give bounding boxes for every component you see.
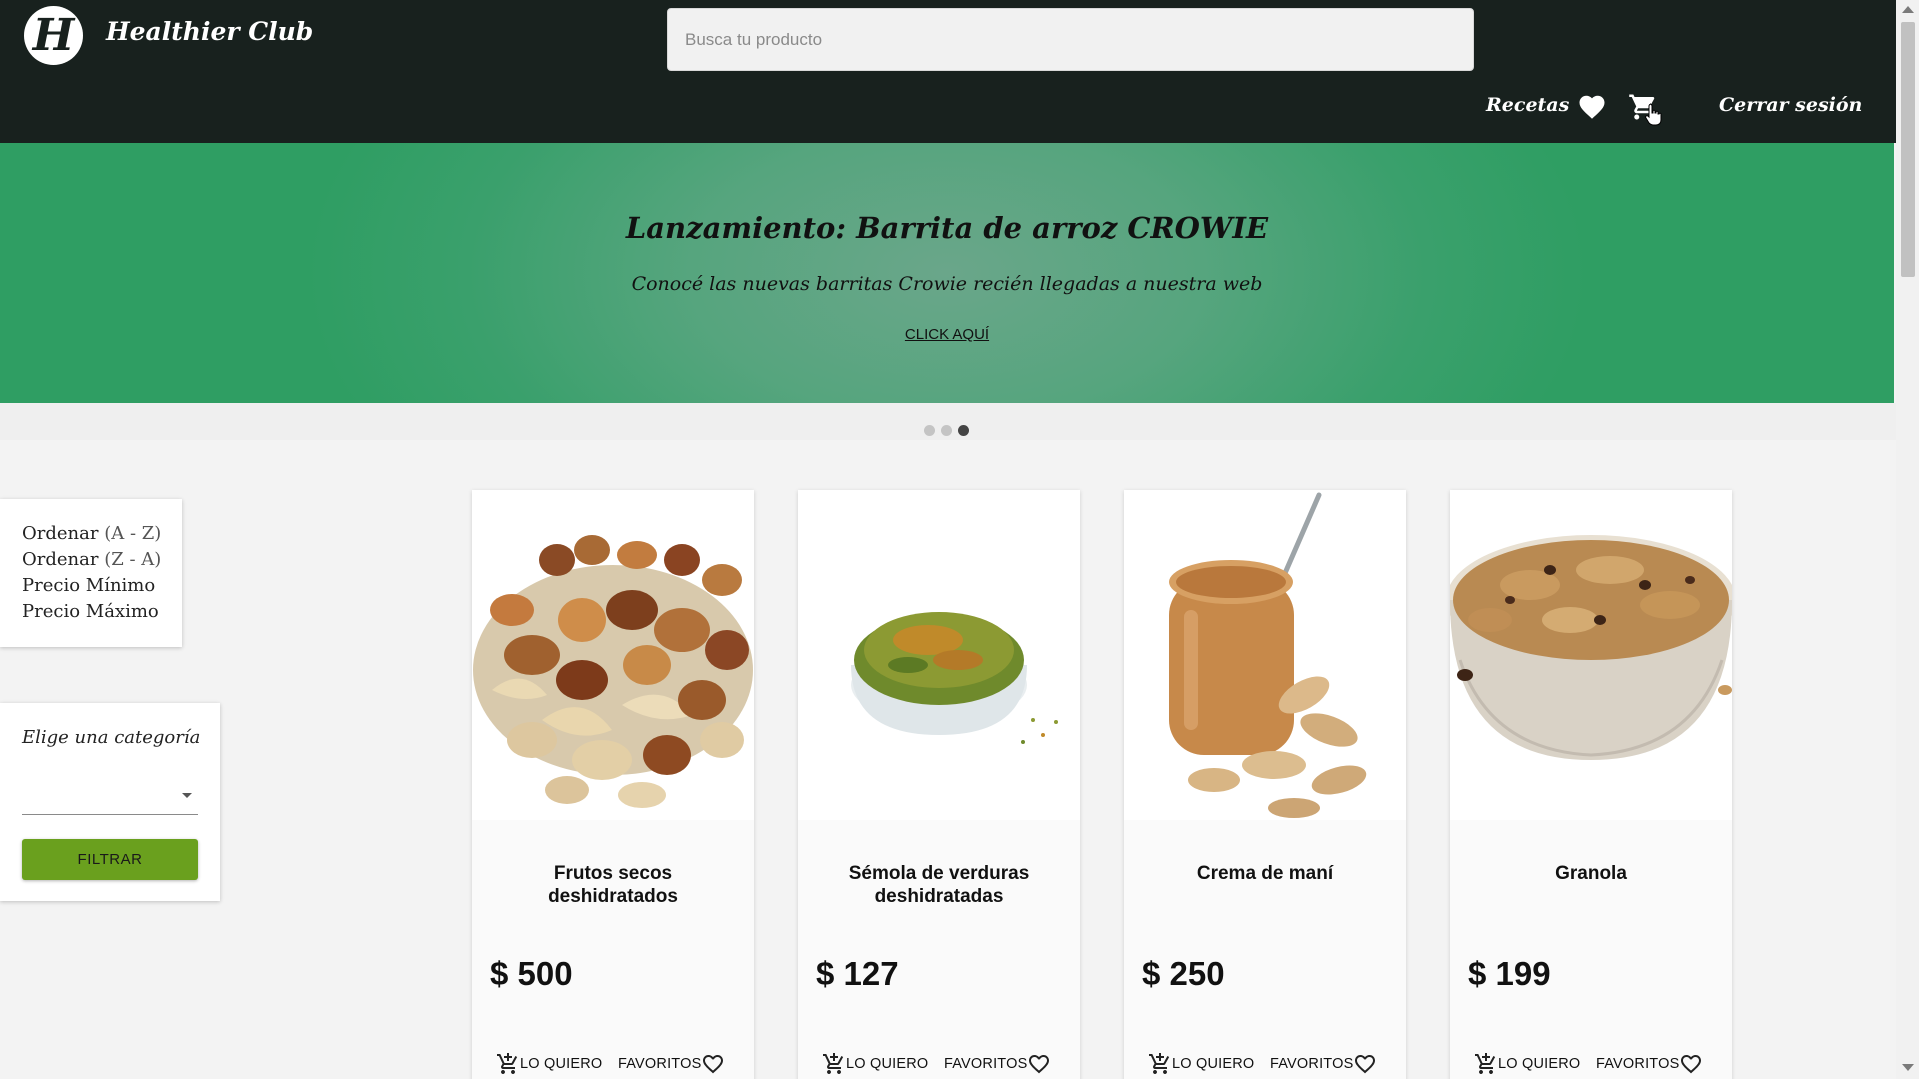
category-select[interactable] <box>22 773 198 815</box>
product-title[interactable]: Granola <box>1470 862 1712 885</box>
hand-cursor-icon <box>1645 103 1662 126</box>
favorite-button[interactable]: FAVORITOS <box>1596 1050 1703 1078</box>
sort-z-a[interactable]: Ordenar (Z - A) <box>22 549 161 570</box>
scroll-up-arrow-icon[interactable] <box>1902 6 1914 13</box>
heart-outline-icon <box>1029 1055 1050 1074</box>
category-label: Elige una categoría <box>22 727 201 748</box>
hero-title: Lanzamiento: Barrita de arroz CROWIE <box>625 211 1269 245</box>
heart-outline-icon <box>703 1055 724 1074</box>
add-to-cart-label: LO QUIERO <box>1172 1056 1255 1072</box>
sort-a-z[interactable]: Ordenar (A - Z) <box>22 523 161 544</box>
hero-subtitle: Conocé las nuevas barritas Crowie recién… <box>631 273 1263 295</box>
nav-recetas-link[interactable]: Recetas <box>1486 94 1569 116</box>
product-title[interactable]: Frutos secos deshidratados <box>492 862 734 908</box>
product-price: $ 127 <box>816 955 899 992</box>
add-to-cart-button[interactable]: LO QUIERO <box>496 1050 602 1078</box>
card-actions: LO QUIERO FAVORITOS <box>822 1050 1072 1079</box>
scroll-thumb[interactable] <box>1901 22 1915 277</box>
product-title[interactable]: Sémola de verduras deshidratadas <box>818 862 1060 908</box>
product-image-granola[interactable] <box>1450 490 1732 820</box>
sort-price-max[interactable]: Precio Máximo <box>22 601 159 622</box>
favorite-label: FAVORITOS <box>944 1056 1028 1072</box>
scroll-down-arrow-icon[interactable] <box>1902 1064 1914 1071</box>
logo-letter: H <box>32 10 75 61</box>
add-to-cart-label: LO QUIERO <box>520 1056 603 1072</box>
heart-icon[interactable] <box>1577 92 1607 122</box>
product-price: $ 199 <box>1468 955 1551 992</box>
favorite-label: FAVORITOS <box>618 1056 702 1072</box>
sort-label: Precio Máximo <box>22 601 159 622</box>
product-card: Sémola de verduras deshidratadas $ 127 L… <box>798 490 1080 1079</box>
add-to-cart-label: LO QUIERO <box>846 1056 929 1072</box>
add-shopping-cart-icon <box>1475 1053 1496 1074</box>
sort-range: (A - Z) <box>104 523 162 544</box>
heart-outline-icon <box>1681 1055 1702 1074</box>
favorite-label: FAVORITOS <box>1270 1056 1354 1072</box>
add-to-cart-label: LO QUIERO <box>1498 1056 1581 1072</box>
sort-label: Precio Mínimo <box>22 575 156 596</box>
page-scrollbar[interactable] <box>1896 0 1919 1079</box>
product-title[interactable]: Crema de maní <box>1144 862 1386 885</box>
granola-bowl <box>1450 535 1732 760</box>
sort-label: Ordenar <box>22 523 99 544</box>
card-actions: LO QUIERO FAVORITOS <box>1474 1050 1724 1079</box>
brand-logo[interactable]: H <box>24 6 83 65</box>
product-price: $ 500 <box>490 955 573 992</box>
add-to-cart-button[interactable]: LO QUIERO <box>1474 1050 1580 1078</box>
add-to-cart-button[interactable]: LO QUIERO <box>822 1050 928 1078</box>
carousel-dot-3[interactable] <box>958 425 969 436</box>
chevron-down-icon <box>182 793 192 798</box>
favorite-button[interactable]: FAVORITOS <box>944 1050 1051 1078</box>
card-actions: LO QUIERO FAVORITOS <box>496 1050 746 1079</box>
nuts-pile <box>473 535 753 808</box>
product-image-semolina[interactable] <box>798 490 1080 820</box>
top-header: H Healthier Club Recetas Cerrar sesión <box>0 0 1896 143</box>
product-card: Crema de maní $ 250 LO QUIERO FAVORITOS <box>1124 490 1406 1079</box>
favorite-label: FAVORITOS <box>1596 1056 1680 1072</box>
sort-price-min[interactable]: Precio Mínimo <box>22 575 155 596</box>
add-shopping-cart-icon <box>1149 1053 1170 1074</box>
logout-link[interactable]: Cerrar sesión <box>1719 94 1862 116</box>
product-image-nuts[interactable] <box>472 490 754 820</box>
category-panel: Elige una categoría FILTRAR <box>0 703 220 901</box>
product-card: Frutos secos deshidratados $ 500 LO QUIE… <box>472 490 754 1079</box>
hero-banner: Lanzamiento: Barrita de arroz CROWIE Con… <box>0 143 1894 403</box>
carousel-dot-2[interactable] <box>941 425 952 436</box>
carousel-dot-1[interactable] <box>924 425 935 436</box>
brand-name[interactable]: Healthier Club <box>106 17 313 46</box>
semolina-bowl <box>851 612 1058 744</box>
peanut-butter-jar <box>1169 492 1367 818</box>
sort-panel: Ordenar (A - Z) Ordenar (Z - A) Precio M… <box>0 499 182 647</box>
add-to-cart-button[interactable]: LO QUIERO <box>1148 1050 1254 1078</box>
heart-outline-icon <box>1355 1055 1376 1074</box>
favorite-button[interactable]: FAVORITOS <box>1270 1050 1377 1078</box>
filter-button[interactable]: FILTRAR <box>22 839 198 880</box>
product-image-peanut-butter[interactable] <box>1124 490 1406 820</box>
favorite-button[interactable]: FAVORITOS <box>618 1050 725 1078</box>
add-shopping-cart-icon <box>823 1053 844 1074</box>
add-shopping-cart-icon <box>497 1053 518 1074</box>
sort-range: (Z - A) <box>104 549 162 570</box>
card-actions: LO QUIERO FAVORITOS <box>1148 1050 1398 1079</box>
sort-label: Ordenar <box>22 549 99 570</box>
product-price: $ 250 <box>1142 955 1225 992</box>
search-input[interactable] <box>667 8 1474 71</box>
hero-cta-link[interactable]: CLICK AQUÍ <box>905 326 989 343</box>
product-card: Granola $ 199 LO QUIERO FAVORITOS <box>1450 490 1732 1079</box>
